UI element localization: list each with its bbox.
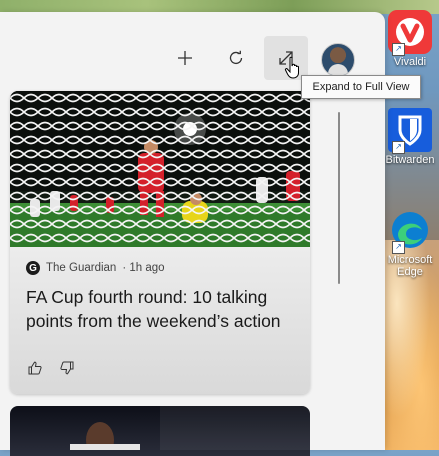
vivaldi-icon: ↗	[388, 10, 432, 56]
news-image	[70, 406, 310, 456]
bitwarden-icon: ↗	[388, 108, 432, 154]
shortcut-arrow-icon: ↗	[392, 141, 405, 154]
desktop-icon-vivaldi[interactable]: ↗ Vivaldi	[384, 10, 436, 68]
thumbs-up-icon[interactable]	[26, 359, 44, 377]
desktop-icon-label: Microsoft Edge	[387, 254, 433, 278]
thumbs-down-icon[interactable]	[58, 359, 76, 377]
desktop-icon-edge[interactable]: ↗ Microsoft Edge	[384, 208, 436, 278]
shortcut-arrow-icon: ↗	[392, 241, 405, 254]
desktop-icon-bitwarden[interactable]: ↗ Bitwarden	[384, 108, 436, 166]
desktop-icon-label: Bitwarden	[385, 154, 435, 166]
source-name: The Guardian	[46, 262, 117, 274]
expand-tooltip: Expand to Full View	[301, 75, 421, 99]
add-widget-button[interactable]	[163, 36, 207, 80]
news-card[interactable]: G The Guardian · 1h ago FA Cup fourth ro…	[10, 91, 310, 394]
reaction-bar	[26, 359, 76, 377]
guardian-logo-icon: G	[26, 261, 40, 275]
plus-icon	[178, 51, 192, 65]
news-headline[interactable]: FA Cup fourth round: 10 talking points f…	[26, 285, 296, 333]
news-card-next[interactable]	[10, 406, 310, 456]
shortcut-arrow-icon: ↗	[392, 43, 405, 56]
publish-time: · 1h ago	[122, 262, 165, 274]
news-image	[10, 91, 310, 247]
news-source[interactable]: G The Guardian · 1h ago	[26, 261, 165, 275]
edge-icon: ↗	[388, 208, 432, 254]
news-card-body: G The Guardian · 1h ago FA Cup fourth ro…	[10, 247, 310, 394]
scrollbar[interactable]	[338, 112, 340, 284]
desktop-icon-label: Vivaldi	[393, 56, 427, 68]
hand-cursor-icon	[284, 56, 299, 79]
refresh-button[interactable]	[214, 36, 258, 80]
refresh-icon	[229, 50, 243, 65]
avatar[interactable]	[321, 43, 355, 77]
